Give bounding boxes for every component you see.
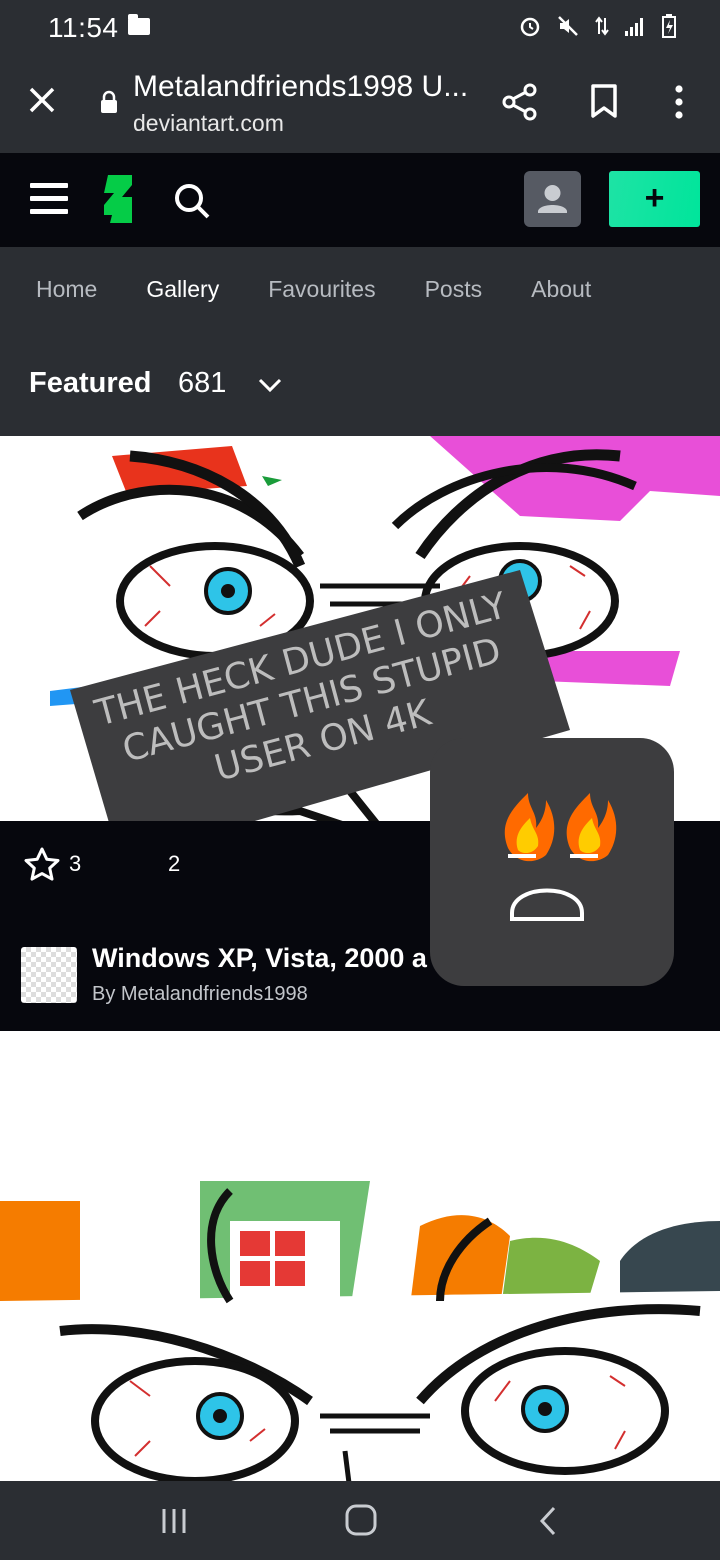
angry-face-windows-artwork xyxy=(0,1181,720,1481)
search-icon[interactable] xyxy=(172,181,212,221)
data-icon xyxy=(595,16,609,36)
profile-button[interactable] xyxy=(524,171,581,227)
folder-count: 681 xyxy=(178,367,227,399)
close-icon[interactable] xyxy=(26,84,58,116)
bookmark-icon[interactable] xyxy=(590,84,618,118)
system-nav-bar xyxy=(0,1481,720,1560)
deviation-author[interactable]: By Metalandfriends1998 xyxy=(92,983,308,1006)
tab-favourites[interactable]: Favourites xyxy=(268,276,375,303)
star-icon[interactable] xyxy=(24,847,60,881)
deviation-thumbnail-2[interactable] xyxy=(0,1031,720,1481)
fire-eyes-icon xyxy=(504,793,617,921)
gallery-folder-selector[interactable]: Featured 681 xyxy=(0,331,720,436)
back-icon[interactable] xyxy=(536,1505,560,1537)
deviation-title[interactable]: Windows XP, Vista, 2000 a xyxy=(92,943,427,974)
angry-sticker-overlay xyxy=(430,738,674,986)
mute-icon xyxy=(558,16,578,36)
share-icon[interactable] xyxy=(500,82,540,122)
submit-plus-button[interactable]: + xyxy=(609,171,700,227)
signal-icon xyxy=(625,18,643,36)
page-title[interactable]: Metalandfriends1998 U... xyxy=(133,70,468,104)
deviantart-logo-icon[interactable] xyxy=(100,173,136,225)
home-icon[interactable] xyxy=(344,1503,378,1537)
tab-posts[interactable]: Posts xyxy=(425,276,483,303)
profile-tabs: Home Gallery Favourites Posts About xyxy=(0,247,720,331)
status-time: 11:54 xyxy=(48,12,119,43)
alarm-icon xyxy=(520,17,540,37)
page-domain[interactable]: deviantart.com xyxy=(133,110,284,137)
status-icons xyxy=(518,14,676,38)
tab-home[interactable]: Home xyxy=(36,276,97,303)
recent-apps-icon[interactable] xyxy=(158,1505,190,1537)
comments-count: 2 xyxy=(168,851,181,876)
user-icon xyxy=(538,185,567,213)
tab-about[interactable]: About xyxy=(531,276,591,303)
hamburger-menu-icon[interactable] xyxy=(30,183,68,215)
folder-icon xyxy=(128,14,150,35)
browser-toolbar: Metalandfriends1998 U... deviantart.com xyxy=(0,56,720,153)
site-header: + xyxy=(0,153,720,247)
battery-icon xyxy=(662,14,676,38)
status-bar: 11:54 xyxy=(0,0,720,56)
avatar[interactable] xyxy=(21,947,77,1003)
chevron-down-icon xyxy=(258,378,282,393)
favourites-count: 3 xyxy=(69,851,82,876)
folder-name: Featured xyxy=(29,367,152,399)
more-options-icon[interactable] xyxy=(668,84,690,120)
tab-gallery[interactable]: Gallery xyxy=(146,276,219,303)
lock-icon xyxy=(101,90,117,113)
